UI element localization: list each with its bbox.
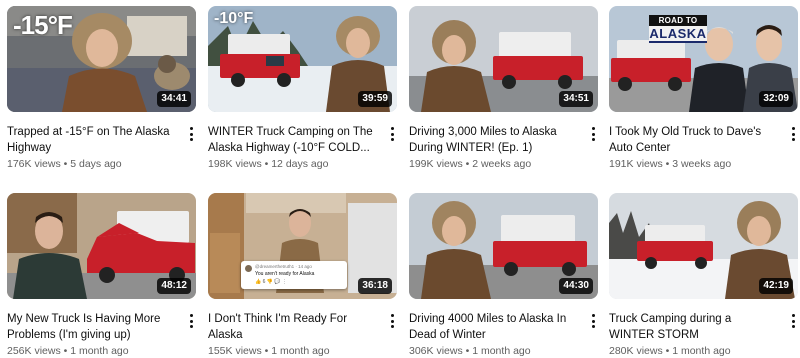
video-card[interactable]: ROAD TO ALASKA 32:09 I Took My Old Truck… [609,6,798,174]
video-card[interactable]: 44:30 Driving 4000 Miles to Alaska In De… [409,193,598,358]
view-count: 280K views [609,345,663,357]
badge-line-top: ROAD TO [649,15,707,26]
duration-badge: 34:51 [559,91,593,107]
video-title[interactable]: Driving 4000 Miles to Alaska In Dead of … [409,311,579,343]
duration-badge: 48:12 [157,278,191,294]
view-count: 191K views [609,158,663,170]
video-grid: -15°F 34:41 Trapped at -15°F on The Alas… [0,0,800,358]
video-title[interactable]: I Took My Old Truck to Dave's Auto Cente… [609,124,779,156]
more-options-icon[interactable] [186,313,196,329]
thumbnail-overlay-text: -10°F [214,10,254,27]
duration-badge: 42:19 [759,278,793,294]
video-thumbnail[interactable]: 48:12 [7,193,196,299]
upload-age: 2 weeks ago [472,158,532,170]
video-meta: 198K views • 12 days ago [208,157,328,171]
meta-separator: • [462,158,473,170]
duration-badge: 44:30 [559,278,593,294]
comment-avatar [245,265,252,272]
duration-badge: 39:59 [358,91,392,107]
video-title[interactable]: WINTER Truck Camping on The Alaska Highw… [208,124,378,156]
more-options-icon[interactable] [788,126,798,142]
video-thumbnail[interactable]: 34:51 [409,6,598,112]
badge-line-bottom: ALASKA [649,26,707,43]
meta-separator: • [662,158,673,170]
more-options-icon[interactable] [387,313,397,329]
comment-overlay: @dreamerthetruth1 · 14 ago You aren't re… [241,261,347,289]
video-meta: 306K views • 1 month ago [409,344,531,358]
video-meta: 280K views • 1 month ago [609,344,731,358]
view-count: 198K views [208,158,262,170]
duration-badge: 34:41 [157,91,191,107]
more-options-icon[interactable] [588,126,598,142]
video-meta: 191K views • 3 weeks ago [609,157,731,171]
video-title[interactable]: I Don't Think I'm Ready For Alaska [208,311,378,343]
video-title[interactable]: Driving 3,000 Miles to Alaska During WIN… [409,124,579,156]
video-thumbnail[interactable]: 44:30 [409,193,598,299]
more-options-icon[interactable] [387,126,397,142]
video-card[interactable]: 34:51 Driving 3,000 Miles to Alaska Duri… [409,6,598,174]
meta-separator: • [60,158,71,170]
video-title[interactable]: Truck Camping during a WINTER STORM [609,311,779,343]
video-thumbnail[interactable]: @dreamerthetruth1 · 14 ago You aren't re… [208,193,397,299]
upload-age: 12 days ago [271,158,329,170]
comment-username: @dreamerthetruth1 · 14 ago [255,264,312,269]
road-to-alaska-badge: ROAD TO ALASKA [649,15,707,43]
meta-separator: • [60,345,71,357]
more-options-icon[interactable] [186,126,196,142]
upload-age: 5 days ago [70,158,122,170]
video-card[interactable]: -15°F 34:41 Trapped at -15°F on The Alas… [7,6,196,174]
duration-badge: 32:09 [759,91,793,107]
video-thumbnail[interactable]: -15°F 34:41 [7,6,196,112]
duration-badge: 36:18 [358,278,392,294]
video-thumbnail[interactable]: -10°F 39:59 [208,6,397,112]
view-count: 176K views [7,158,61,170]
video-meta: 155K views • 1 month ago [208,344,330,358]
video-meta: 256K views • 1 month ago [7,344,129,358]
video-card[interactable]: 42:19 Truck Camping during a WINTER STOR… [609,193,798,358]
upload-age: 1 month ago [70,345,129,357]
video-card[interactable]: @dreamerthetruth1 · 14 ago You aren't re… [208,193,397,358]
more-options-icon[interactable] [588,313,598,329]
view-count: 155K views [208,345,262,357]
upload-age: 3 weeks ago [672,158,732,170]
meta-separator: • [662,345,673,357]
more-options-icon[interactable] [788,313,798,329]
video-thumbnail[interactable]: 42:19 [609,193,798,299]
video-card[interactable]: -10°F 39:59 WINTER Truck Camping on The … [208,6,397,174]
meta-separator: • [261,345,272,357]
comment-text: You aren't ready for Alaska [255,271,315,277]
meta-separator: • [462,345,473,357]
thumbnail-overlay-text: -15°F [13,10,73,40]
video-meta: 199K views • 2 weeks ago [409,157,531,171]
upload-age: 1 month ago [271,345,330,357]
video-card[interactable]: 48:12 My New Truck Is Having More Proble… [7,193,196,358]
view-count: 306K views [409,345,463,357]
meta-separator: • [261,158,272,170]
upload-age: 1 month ago [672,345,731,357]
video-meta: 176K views • 5 days ago [7,157,122,171]
view-count: 256K views [7,345,61,357]
comment-actions: 👍 6 👎 💬 ⋮ [255,279,288,285]
video-thumbnail[interactable]: ROAD TO ALASKA 32:09 [609,6,798,112]
upload-age: 1 month ago [472,345,531,357]
view-count: 199K views [409,158,463,170]
video-title[interactable]: Trapped at -15°F on The Alaska Highway [7,124,177,156]
video-title[interactable]: My New Truck Is Having More Problems (I'… [7,311,177,343]
